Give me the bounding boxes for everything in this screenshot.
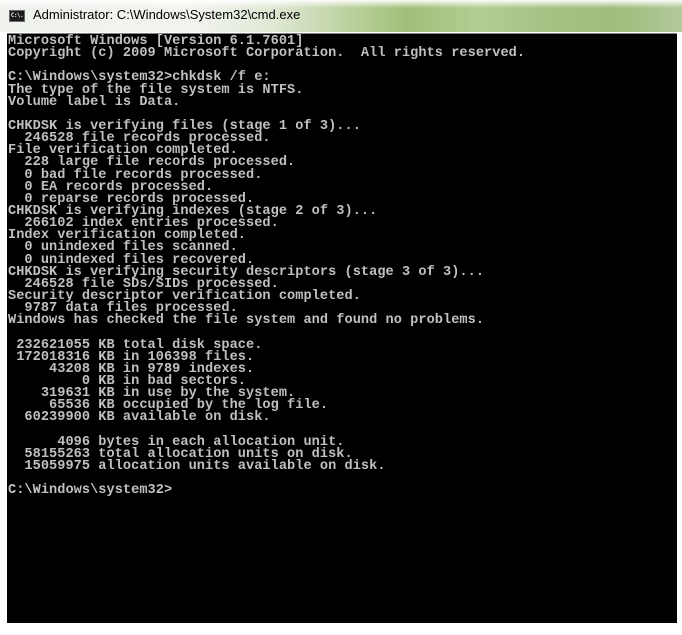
cmd-window: C:\. Administrator: C:\Windows\System32\… xyxy=(0,0,682,635)
console-line: 15059975 allocation units available on d… xyxy=(8,458,386,474)
console-line: Windows has checked the file system and … xyxy=(8,313,485,329)
console-text: Microsoft Windows [Version 6.1.7601] Copy… xyxy=(7,34,677,498)
console-line: 60239900 KB available on disk. xyxy=(8,410,271,426)
console-line: Copyright (c) 2009 Microsoft Corporation… xyxy=(8,46,526,62)
title-bar[interactable]: C:\. Administrator: C:\Windows\System32\… xyxy=(0,0,682,32)
console-line: Volume label is Data. xyxy=(8,94,181,110)
window-title: Administrator: C:\Windows\System32\cmd.e… xyxy=(33,7,301,22)
command-prompt-line[interactable]: C:\Windows\system32> xyxy=(8,484,677,498)
cmd-icon[interactable]: C:\. xyxy=(9,10,25,22)
console-output-area[interactable]: Microsoft Windows [Version 6.1.7601] Copy… xyxy=(7,33,677,623)
